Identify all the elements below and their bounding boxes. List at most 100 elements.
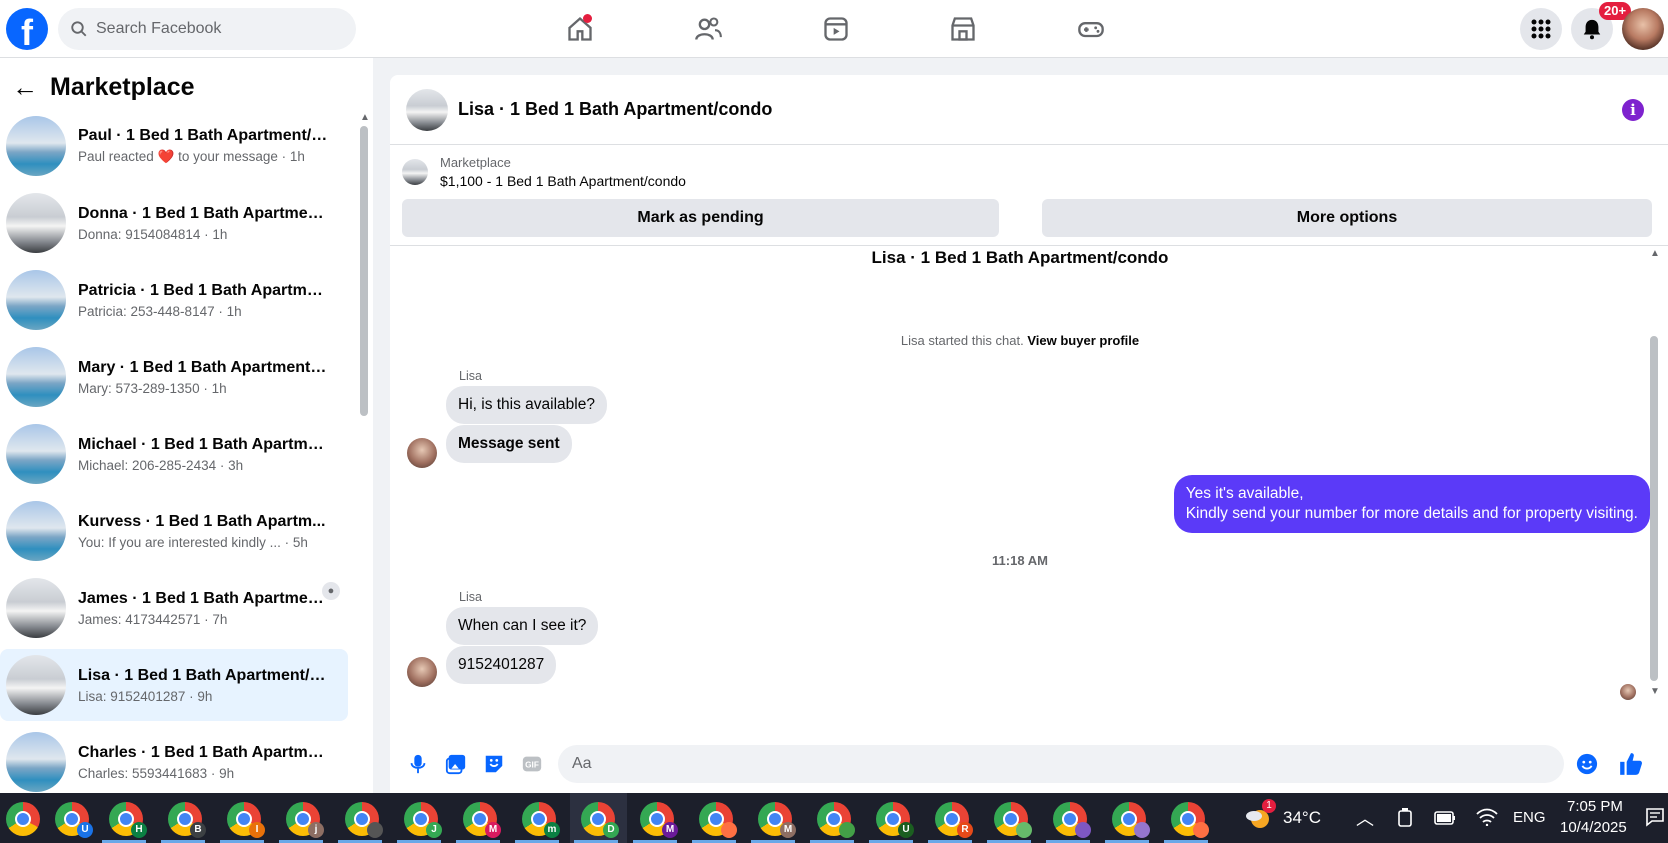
chat-listing-thumbnail[interactable] [406, 88, 448, 131]
chrome-profile-icon[interactable] [345, 802, 383, 838]
photo-icon[interactable] [444, 752, 468, 776]
listing-mini-thumbnail [402, 159, 428, 185]
chrome-profile-icon[interactable] [1053, 802, 1091, 838]
conversation-preview: Donna: 9154084814 · 1h [78, 226, 228, 242]
conversation-item[interactable]: Donna · 1 Bed 1 Bath Apartment... Donna: … [0, 187, 348, 259]
chrome-profile-icon[interactable]: M [758, 802, 796, 838]
reels-nav[interactable] [816, 10, 856, 48]
message-input-box[interactable] [558, 745, 1564, 783]
mark-as-pending-button[interactable]: Mark as pending [402, 199, 999, 237]
conversation-item[interactable]: Charles · 1 Bed 1 Bath Apartmen... Charle… [0, 726, 348, 793]
listing-thumbnail [6, 732, 66, 792]
message-timestamp: 11:18 AM [992, 553, 1048, 568]
sticker-icon[interactable] [482, 752, 506, 776]
conversation-item-selected[interactable]: Lisa · 1 Bed 1 Bath Apartment/co... Lisa:… [0, 649, 348, 721]
conversation-item[interactable]: Patricia · 1 Bed 1 Bath Apartmen... Patri… [0, 264, 348, 336]
wifi-icon[interactable] [1476, 808, 1498, 831]
message-thread: Lisa · 1 Bed 1 Bath Apartment/condo Lisa… [390, 245, 1668, 735]
sender-avatar[interactable] [407, 657, 437, 687]
sent-message[interactable]: Yes it's available, Kindly send your num… [1173, 475, 1650, 533]
weather-icon[interactable]: 1 [1244, 799, 1276, 831]
marketplace-nav[interactable] [943, 10, 983, 48]
conversation-item[interactable]: Mary · 1 Bed 1 Bath Apartment/c... Mary: … [0, 341, 348, 413]
chrome-profile-icon[interactable]: H [109, 802, 147, 838]
listing-summary[interactable]: Marketplace $1,100 - 1 Bed 1 Bath Apartm… [402, 155, 686, 189]
facebook-logo[interactable]: f [6, 8, 48, 50]
chrome-profile-icon[interactable]: U [876, 802, 914, 838]
notification-center-icon[interactable] [1645, 807, 1665, 832]
sidebar-scrollbar[interactable] [360, 126, 368, 416]
conversation-preview: Patricia: 253-448-8147 · 1h [78, 303, 242, 319]
received-message[interactable]: Hi, is this available? [446, 386, 607, 424]
chevron-up-icon[interactable]: ︿ [1356, 805, 1374, 831]
input-language[interactable]: ENG [1513, 809, 1546, 826]
battery-saver-icon[interactable] [1396, 808, 1414, 833]
home-nav[interactable] [560, 10, 600, 48]
chrome-profile-icon[interactable]: m [522, 802, 560, 838]
menu-button[interactable] [1520, 8, 1562, 50]
chrome-profile-icon[interactable]: M [463, 802, 501, 838]
message-input[interactable] [572, 755, 1472, 773]
sidebar-header: ← Marketplace [12, 72, 195, 103]
chrome-profile-icon[interactable] [817, 802, 855, 838]
received-message[interactable]: 9152401287 [446, 646, 557, 684]
gif-icon[interactable]: GIF [520, 752, 544, 776]
scroll-up-arrow-icon[interactable]: ▲ [360, 112, 370, 123]
received-message[interactable]: When can I see it? [446, 607, 599, 645]
chrome-profile-icon[interactable]: D [581, 802, 619, 838]
thumbs-up-icon[interactable] [1618, 751, 1644, 782]
chrome-profile-icon[interactable] [6, 802, 40, 836]
sender-name: Lisa [459, 369, 482, 383]
chrome-profile-icon[interactable] [699, 802, 737, 838]
search-input[interactable] [96, 20, 336, 38]
battery-icon[interactable] [1434, 810, 1456, 831]
scroll-up-arrow-icon[interactable]: ▲ [1650, 248, 1660, 259]
received-message[interactable]: Message sent [446, 425, 572, 463]
listing-thumbnail [6, 347, 66, 407]
clock-time[interactable]: 7:05 PM [1567, 798, 1623, 815]
view-buyer-profile-link[interactable]: View buyer profile [1027, 333, 1139, 348]
friends-nav[interactable] [688, 10, 728, 48]
conversation-title: Lisa · 1 Bed 1 Bath Apartment/co... [78, 666, 328, 684]
listing-thumbnail [6, 655, 66, 715]
chrome-profile-icon[interactable]: J [404, 802, 442, 838]
chrome-profile-icon[interactable] [1171, 802, 1209, 838]
chat-panel: Lisa · 1 Bed 1 Bath Apartment/condo i Ma… [390, 75, 1668, 793]
chrome-profile-icon[interactable]: I [227, 802, 265, 838]
more-options-button[interactable]: More options [1042, 199, 1652, 237]
chrome-profile-icon[interactable]: B [168, 802, 206, 838]
microphone-icon[interactable] [406, 752, 430, 776]
conversation-preview: Lisa: 9152401287 · 9h [78, 688, 213, 704]
sent-message-line: Kindly send your number for more details… [1185, 505, 1638, 522]
chrome-profile-icon[interactable] [1112, 802, 1150, 838]
top-navigation-bar: f 20+ [0, 0, 1668, 58]
conversation-item[interactable]: Kurvess · 1 Bed 1 Bath Apartm... You: If … [0, 495, 348, 567]
conversation-item[interactable]: Paul · 1 Bed 1 Bath Apartment/c... Paul r… [0, 110, 348, 182]
svg-text:GIF: GIF [525, 761, 539, 770]
chrome-profile-icon[interactable]: R [935, 802, 973, 838]
conversation-title: Kurvess · 1 Bed 1 Bath Apartm... [78, 512, 326, 530]
listing-thumbnail [6, 501, 66, 561]
emoji-icon[interactable] [1576, 753, 1598, 780]
scroll-down-arrow-icon[interactable]: ▼ [1650, 686, 1660, 697]
windows-taskbar: U H B I j J M m D M M U R 1 34°C ︿ ENG 7… [0, 793, 1668, 843]
sender-avatar[interactable] [407, 438, 437, 468]
game-controller-icon [1078, 22, 1104, 38]
back-arrow-icon[interactable]: ← [12, 72, 42, 103]
gaming-nav[interactable] [1071, 10, 1111, 48]
search-box[interactable] [58, 8, 356, 50]
conversation-preview: James: 4173442571 · 7h [78, 611, 228, 627]
chrome-profile-icon[interactable] [994, 802, 1032, 838]
chrome-profile-icon[interactable]: j [286, 802, 324, 838]
chat-title[interactable]: Lisa · 1 Bed 1 Bath Apartment/condo [458, 99, 772, 120]
thread-scrollbar[interactable] [1650, 336, 1658, 681]
weather-temperature[interactable]: 34°C [1283, 808, 1321, 828]
chrome-profile-icon[interactable]: M [640, 802, 678, 838]
account-avatar[interactable] [1622, 8, 1664, 50]
chrome-profile-icon[interactable]: U [55, 802, 93, 838]
info-icon[interactable]: i [1622, 99, 1644, 121]
conversation-item[interactable]: James · 1 Bed 1 Bath Apartment/... James:… [0, 572, 348, 644]
conversation-preview: Mary: 573-289-1350 · 1h [78, 380, 227, 396]
clock-date[interactable]: 10/4/2025 [1560, 819, 1627, 836]
conversation-item[interactable]: Michael · 1 Bed 1 Bath Apartmen... Michae… [0, 418, 348, 490]
